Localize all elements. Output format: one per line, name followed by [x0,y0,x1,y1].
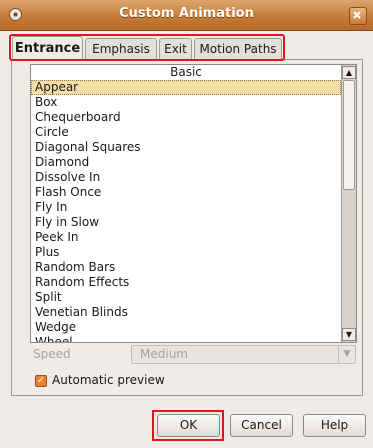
window-title: Custom Animation [119,6,254,21]
list-item[interactable]: Split [31,290,341,305]
speed-label: Speed [33,347,71,361]
list-item[interactable]: Random Bars [31,260,341,275]
tabs-highlight-box [9,34,285,61]
cancel-button[interactable]: Cancel [230,414,293,437]
list-category-header: Basic [170,65,202,79]
speed-select[interactable]: Medium ▼ [131,345,356,364]
automatic-preview-label[interactable]: Automatic preview [52,373,165,387]
scroll-up-icon[interactable]: ▲ [342,66,356,79]
list-item[interactable]: Flash Once [31,185,341,200]
list-item[interactable]: Venetian Blinds [31,305,341,320]
ok-highlight-box [152,410,224,441]
help-button[interactable]: Help [303,414,366,437]
list-item[interactable]: Appear [31,80,341,95]
list-item[interactable]: Wedge [31,320,341,335]
close-icon[interactable] [349,7,367,25]
list-item[interactable]: Circle [31,125,341,140]
list-item[interactable]: Box [31,95,341,110]
custom-animation-dialog: Custom Animation Entrance Emphasis Exit … [0,0,373,448]
chevron-down-icon: ▼ [338,346,355,363]
list-scrollbar[interactable]: ▲ ▼ [341,65,356,342]
list-item[interactable]: Diagonal Squares [31,140,341,155]
list-item[interactable]: Diamond [31,155,341,170]
list-item[interactable]: Dissolve In [31,170,341,185]
speed-value: Medium [140,347,188,361]
list-item[interactable]: Wheel [31,335,341,342]
automatic-preview-checkbox[interactable]: ✓ [35,375,47,387]
list-item[interactable]: Peek In [31,230,341,245]
scroll-thumb[interactable] [343,80,355,190]
list-item[interactable]: Random Effects [31,275,341,290]
list-item[interactable]: Plus [31,245,341,260]
scroll-down-icon[interactable]: ▼ [342,328,356,341]
list-item[interactable]: Fly In [31,200,341,215]
effects-list[interactable]: Basic Appear Box Chequerboard Circle Diagona… [30,64,357,343]
title-bar[interactable]: Custom Animation [0,0,373,31]
list-item[interactable]: Fly in Slow [31,215,341,230]
list-item[interactable]: Chequerboard [31,110,341,125]
list-items: Appear Box Chequerboard Circle Diagonal Squa… [31,80,341,342]
